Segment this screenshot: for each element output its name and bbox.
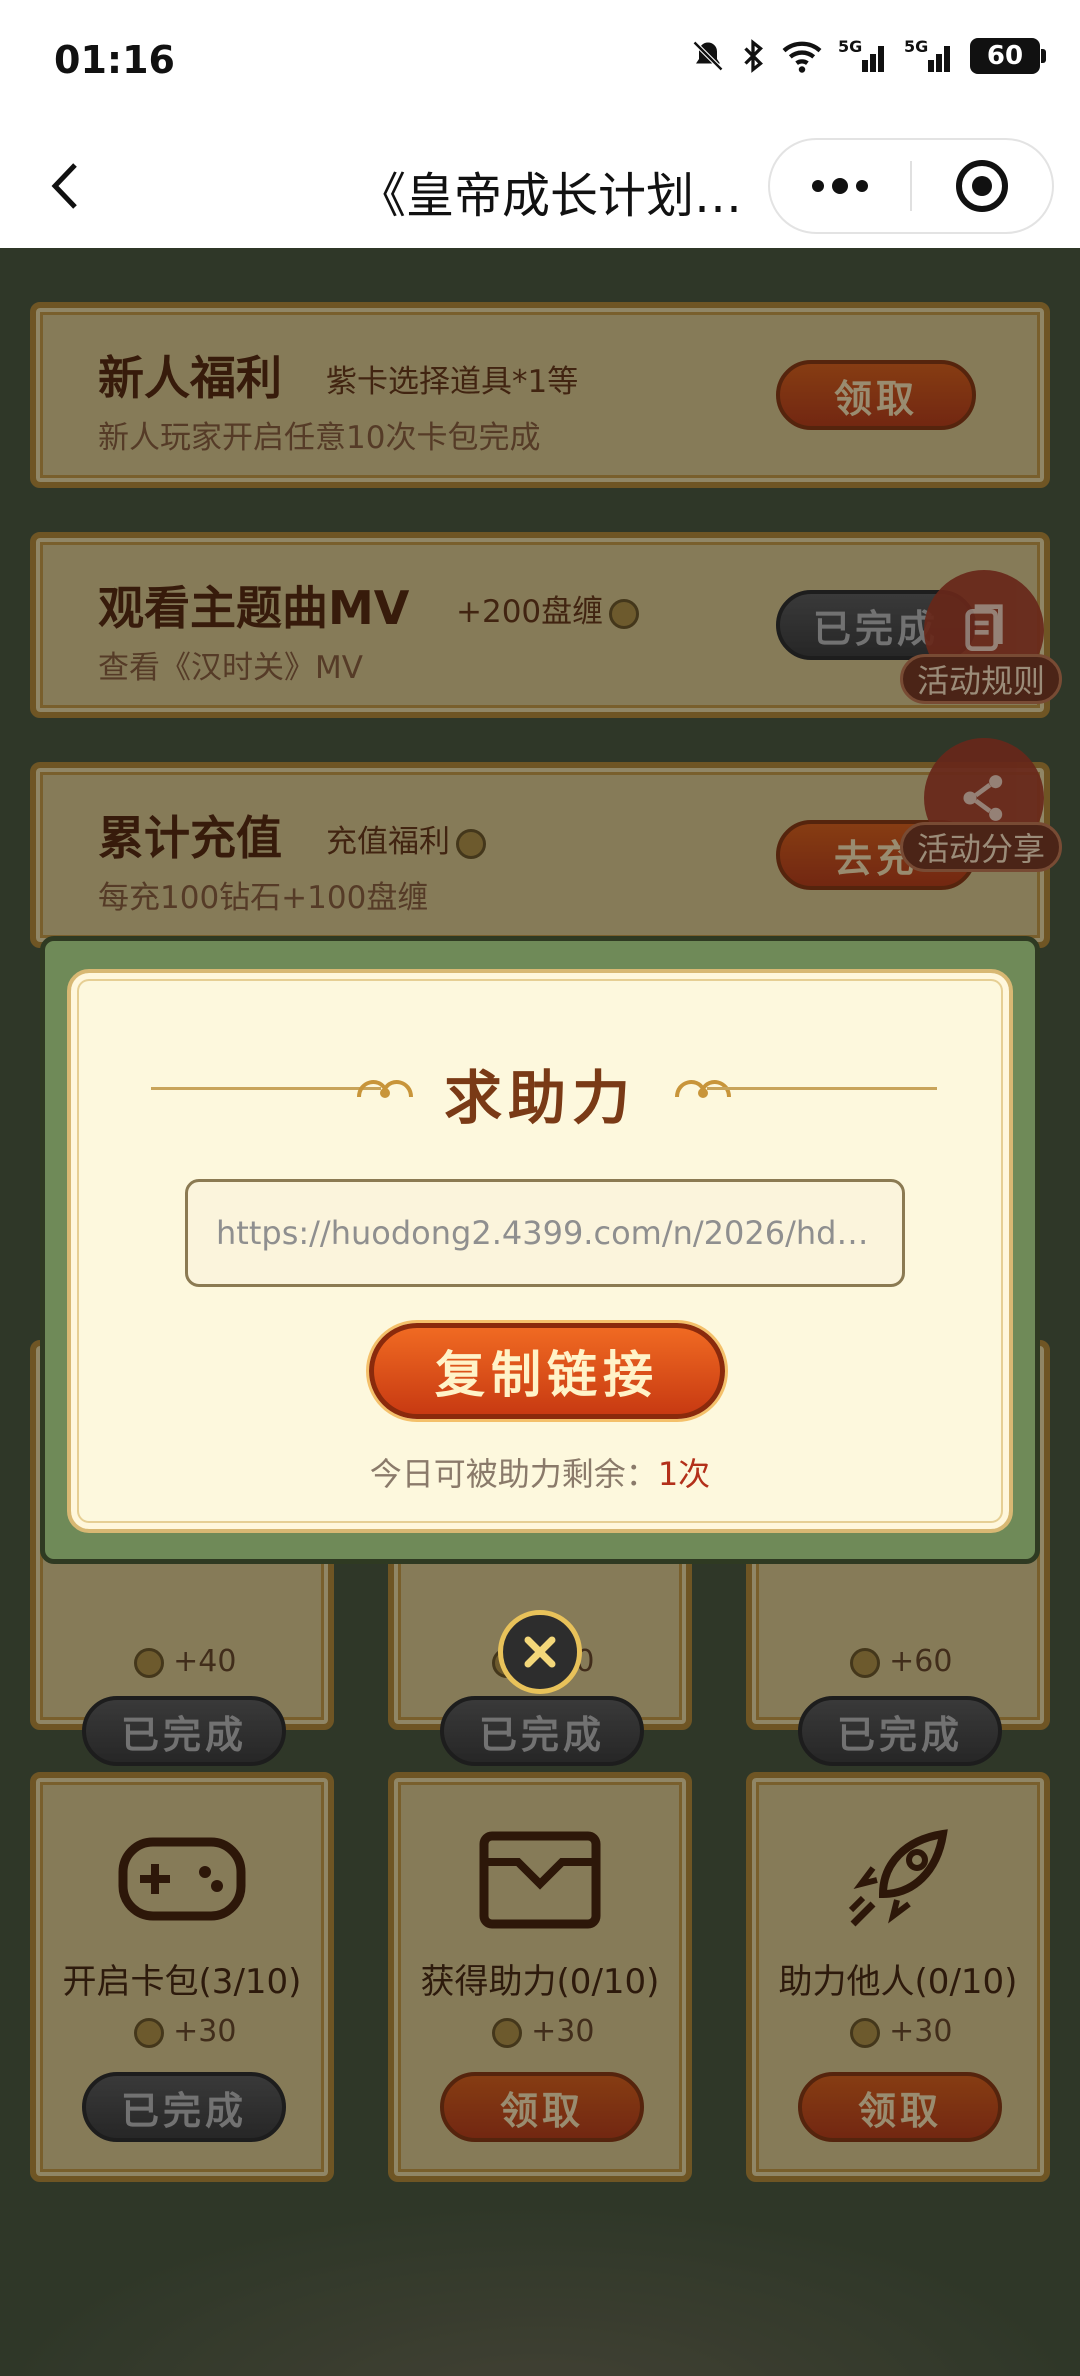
battery-indicator: 60 [970, 38, 1046, 74]
close-modal-button[interactable] [498, 1610, 582, 1694]
modal-panel: 求助力 https://huodong2.4399.com/n/2026/hd2… [67, 969, 1013, 1533]
modal-title: 求助力 [443, 1064, 636, 1132]
share-link-field[interactable]: https://huodong2.4399.com/n/2026/hd28zn/… [185, 1179, 905, 1287]
help-request-modal: 求助力 https://huodong2.4399.com/n/2026/hd2… [40, 936, 1040, 1564]
wifi-icon [782, 41, 822, 73]
share-link-text: https://huodong2.4399.com/n/2026/hd28zn/… [216, 1214, 874, 1252]
close-icon [524, 1636, 556, 1668]
back-button[interactable] [34, 154, 94, 218]
status-icons: 5G 5G 60 [690, 36, 1046, 76]
svg-text:5G: 5G [904, 37, 928, 56]
status-time: 01:16 [54, 38, 175, 82]
signal-5g-icon-2: 5G [904, 37, 950, 72]
copy-link-button[interactable]: 复制链接 [369, 1323, 725, 1419]
remaining-label: 今日可被助力剩余： [369, 1455, 658, 1493]
signal-5g-icon: 5G [838, 37, 884, 72]
close-miniprogram-button[interactable] [912, 140, 1052, 232]
remaining-help-count: 今日可被助力剩余：1次 [71, 1449, 1009, 1495]
svg-text:5G: 5G [838, 37, 862, 56]
page-title: 《皇帝成长计划… [358, 168, 743, 224]
more-dots-icon [812, 178, 868, 194]
remaining-value: 1次 [657, 1455, 711, 1493]
target-icon [956, 160, 1008, 212]
nav-bar: 《皇帝成长计划… [0, 124, 1080, 248]
more-button[interactable] [770, 140, 910, 232]
chevron-left-icon [51, 163, 77, 209]
title-divider-right [707, 1087, 937, 1090]
mute-bell-icon [692, 40, 724, 72]
status-bar: 01:16 5G 5G 60 [0, 0, 1080, 124]
mini-program-capsule [768, 138, 1054, 234]
bluetooth-icon [744, 39, 763, 73]
